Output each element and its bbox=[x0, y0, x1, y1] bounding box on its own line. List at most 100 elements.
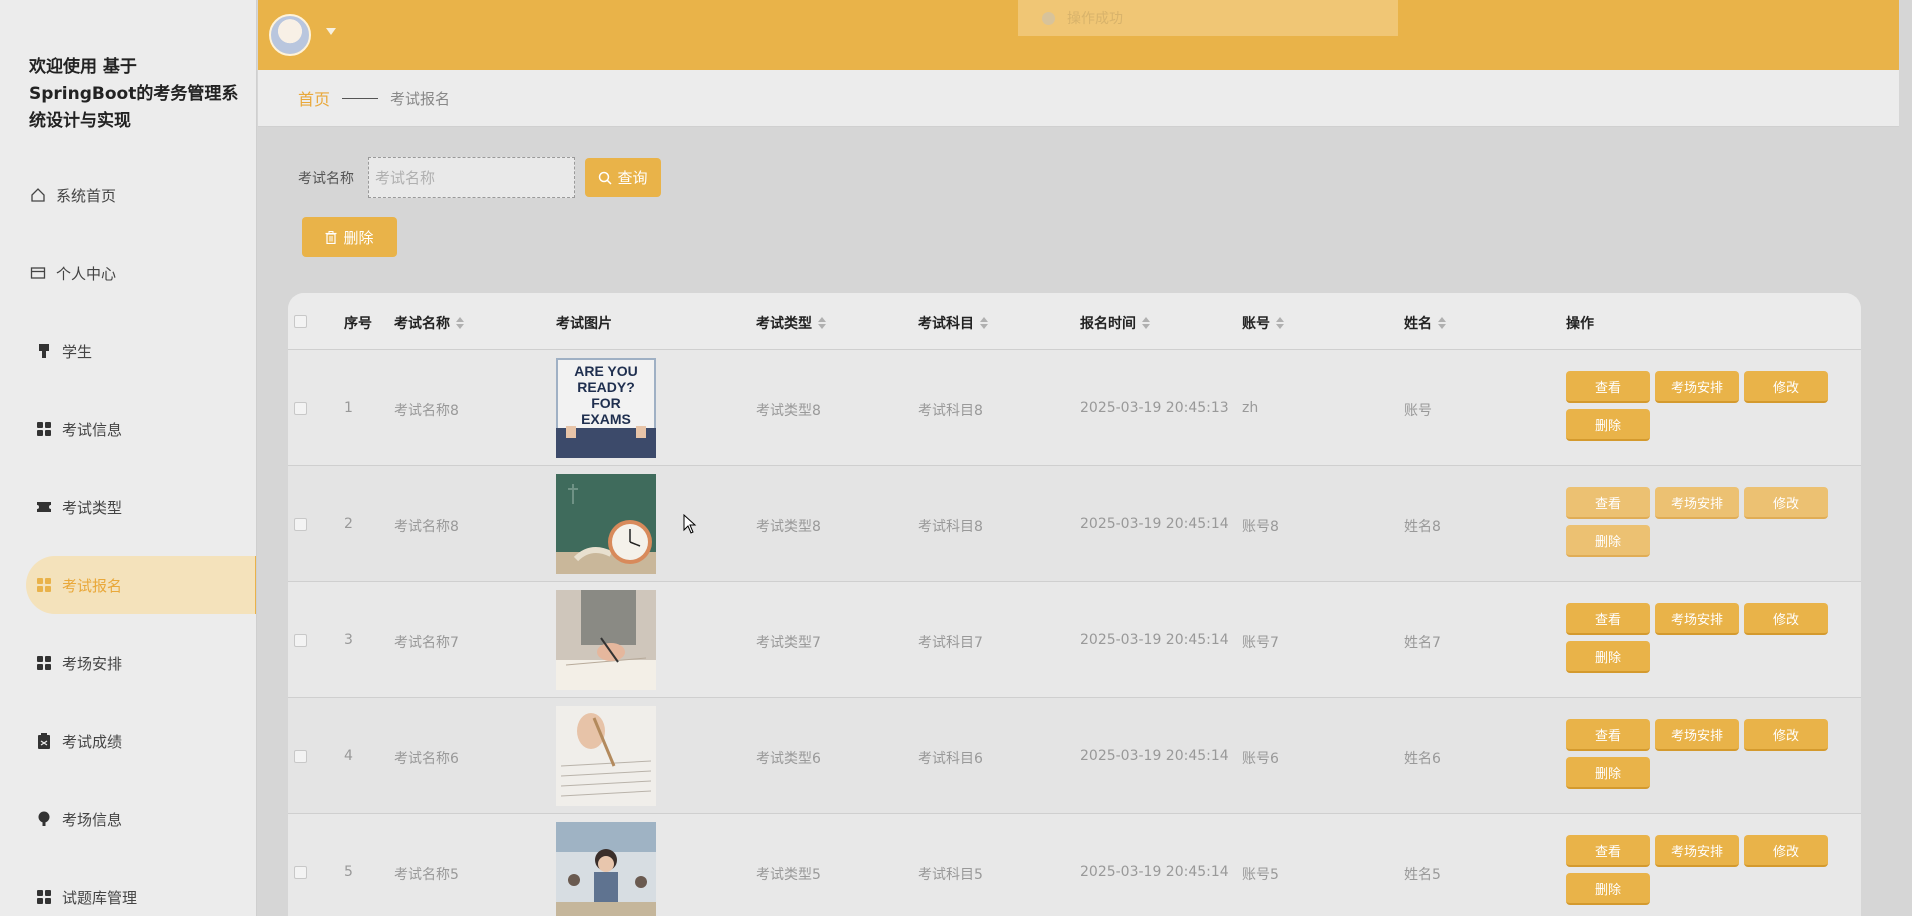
sidebar-item-home[interactable]: 系统首页 bbox=[0, 166, 256, 224]
sort-icon[interactable] bbox=[456, 317, 464, 329]
cell-account: zh bbox=[1242, 400, 1259, 416]
cell-exam-type: 考试类型6 bbox=[756, 751, 821, 767]
row-checkbox[interactable] bbox=[294, 402, 307, 415]
edit-button[interactable]: 修改 bbox=[1744, 487, 1828, 519]
home-icon bbox=[28, 185, 48, 205]
arrange-button[interactable]: 考场安排 bbox=[1655, 487, 1739, 519]
signup-table: 序号 考试名称 考试图片 考试类型 考试科目 报名时间 账号 姓名 操作 1 考… bbox=[288, 293, 1861, 916]
exam-image: ARE YOU READY? FOR EXAMS bbox=[556, 358, 656, 458]
sidebar-item-label: 考试信息 bbox=[62, 420, 123, 439]
cell-index: 3 bbox=[344, 632, 353, 648]
delete-button[interactable]: 删除 bbox=[1566, 409, 1650, 441]
query-button-label: 查询 bbox=[617, 169, 648, 187]
query-button[interactable]: 查询 bbox=[585, 158, 661, 197]
sidebar-item-label: 考场安排 bbox=[62, 654, 123, 673]
sidebar-item-exam-room[interactable]: 考场信息 bbox=[0, 790, 256, 848]
sign-text-4: EXAMS bbox=[581, 411, 631, 427]
arrange-button[interactable]: 考场安排 bbox=[1655, 603, 1739, 635]
sort-icon[interactable] bbox=[1142, 317, 1150, 329]
app-title: 欢迎使用 基于SpringBoot的考务管理系统设计与实现 bbox=[29, 57, 239, 131]
sign-text-3: FOR bbox=[591, 395, 621, 411]
ticket-icon bbox=[34, 497, 54, 517]
col-exam-name[interactable]: 考试名称 bbox=[394, 313, 464, 333]
cell-account: 账号6 bbox=[1242, 751, 1279, 767]
view-button[interactable]: 查看 bbox=[1566, 719, 1650, 751]
cell-name: 账号 bbox=[1404, 403, 1432, 419]
col-index: 序号 bbox=[344, 316, 372, 332]
cell-index: 4 bbox=[344, 748, 353, 764]
delete-button[interactable]: 删除 bbox=[1566, 641, 1650, 673]
delete-button[interactable]: 删除 bbox=[1566, 873, 1650, 905]
clipboard-icon bbox=[34, 731, 54, 751]
view-button[interactable]: 查看 bbox=[1566, 603, 1650, 635]
search-icon bbox=[599, 171, 613, 185]
sidebar-item-exam-score[interactable]: 考试成绩 bbox=[0, 712, 256, 770]
view-button[interactable]: 查看 bbox=[1566, 835, 1650, 867]
sort-icon[interactable] bbox=[980, 317, 988, 329]
select-all-checkbox[interactable] bbox=[294, 315, 307, 328]
sidebar-item-exam-arrange[interactable]: 考场安排 bbox=[0, 634, 256, 692]
arrange-button[interactable]: 考场安排 bbox=[1655, 835, 1739, 867]
cell-exam-subject: 考试科目7 bbox=[918, 635, 983, 651]
sort-icon[interactable] bbox=[1276, 317, 1284, 329]
col-exam-subject[interactable]: 考试科目 bbox=[918, 313, 988, 333]
avatar[interactable] bbox=[269, 14, 311, 56]
col-name[interactable]: 姓名 bbox=[1404, 313, 1446, 333]
sidebar-item-label: 学生 bbox=[62, 342, 93, 361]
edit-button[interactable]: 修改 bbox=[1744, 719, 1828, 751]
search-input[interactable] bbox=[368, 157, 575, 198]
cell-exam-type: 考试类型7 bbox=[756, 635, 821, 651]
sidebar-item-exam-type[interactable]: 考试类型 bbox=[0, 478, 256, 536]
caret-down-icon[interactable] bbox=[326, 28, 336, 35]
cell-exam-name: 考试名称8 bbox=[394, 403, 459, 419]
sign-text-2: READY? bbox=[577, 379, 635, 395]
row-checkbox[interactable] bbox=[294, 750, 307, 763]
edit-button[interactable]: 修改 bbox=[1744, 371, 1828, 403]
cell-name: 姓名8 bbox=[1404, 519, 1441, 535]
col-account[interactable]: 账号 bbox=[1242, 313, 1284, 333]
view-button[interactable]: 查看 bbox=[1566, 371, 1650, 403]
sidebar-item-label: 个人中心 bbox=[56, 264, 117, 283]
delete-button[interactable]: 删除 bbox=[1566, 757, 1650, 789]
sort-icon[interactable] bbox=[1438, 317, 1446, 329]
edit-button[interactable]: 修改 bbox=[1744, 835, 1828, 867]
sidebar-item-student[interactable]: 学生 bbox=[0, 322, 256, 380]
exam-image bbox=[556, 706, 656, 806]
sort-icon[interactable] bbox=[818, 317, 826, 329]
arrange-button[interactable]: 考场安排 bbox=[1655, 719, 1739, 751]
sidebar-item-exam-info[interactable]: 考试信息 bbox=[0, 400, 256, 458]
cell-index: 2 bbox=[344, 516, 353, 532]
grid-icon bbox=[34, 419, 54, 439]
breadcrumb: 首页 考试报名 bbox=[258, 70, 1899, 127]
edit-button[interactable]: 修改 bbox=[1744, 603, 1828, 635]
sidebar-item-profile[interactable]: 个人中心 bbox=[0, 244, 256, 302]
cell-name: 姓名5 bbox=[1404, 867, 1441, 883]
col-exam-image: 考试图片 bbox=[556, 316, 612, 332]
table-row: 4 考试名称6 考试类型6 考试科目6 2025-03-19 20:45:14 … bbox=[288, 697, 1861, 813]
arrange-button[interactable]: 考场安排 bbox=[1655, 371, 1739, 403]
breadcrumb-current: 考试报名 bbox=[390, 89, 451, 108]
batch-delete-button[interactable]: 删除 bbox=[302, 217, 397, 257]
col-signup-time[interactable]: 报名时间 bbox=[1080, 313, 1150, 333]
grid-icon bbox=[34, 575, 54, 595]
delete-button[interactable]: 删除 bbox=[1566, 525, 1650, 557]
cell-signup-time: 2025-03-19 20:45:13 bbox=[1080, 400, 1229, 416]
cell-exam-subject: 考试科目8 bbox=[918, 519, 983, 535]
cell-exam-subject: 考试科目6 bbox=[918, 751, 983, 767]
sidebar-item-exam-signup[interactable]: 考试报名 bbox=[26, 556, 256, 614]
sidebar-item-question-bank[interactable]: 试题库管理 bbox=[0, 868, 256, 916]
view-button[interactable]: 查看 bbox=[1566, 487, 1650, 519]
col-exam-type[interactable]: 考试类型 bbox=[756, 313, 826, 333]
sidebar-item-label: 考试报名 bbox=[62, 576, 123, 595]
breadcrumb-home[interactable]: 首页 bbox=[298, 86, 330, 110]
trash-icon bbox=[325, 230, 337, 244]
exam-image bbox=[556, 590, 656, 690]
cell-index: 5 bbox=[344, 864, 353, 880]
row-checkbox[interactable] bbox=[294, 518, 307, 531]
cell-account: 账号8 bbox=[1242, 519, 1279, 535]
row-checkbox[interactable] bbox=[294, 634, 307, 647]
cell-account: 账号5 bbox=[1242, 867, 1279, 883]
table-row: 2 考试名称8 考试类型8 考试科目8 2025-03-19 20:45:14 … bbox=[288, 465, 1861, 581]
toast-notification: 操作成功 bbox=[1018, 0, 1398, 36]
row-checkbox[interactable] bbox=[294, 866, 307, 879]
